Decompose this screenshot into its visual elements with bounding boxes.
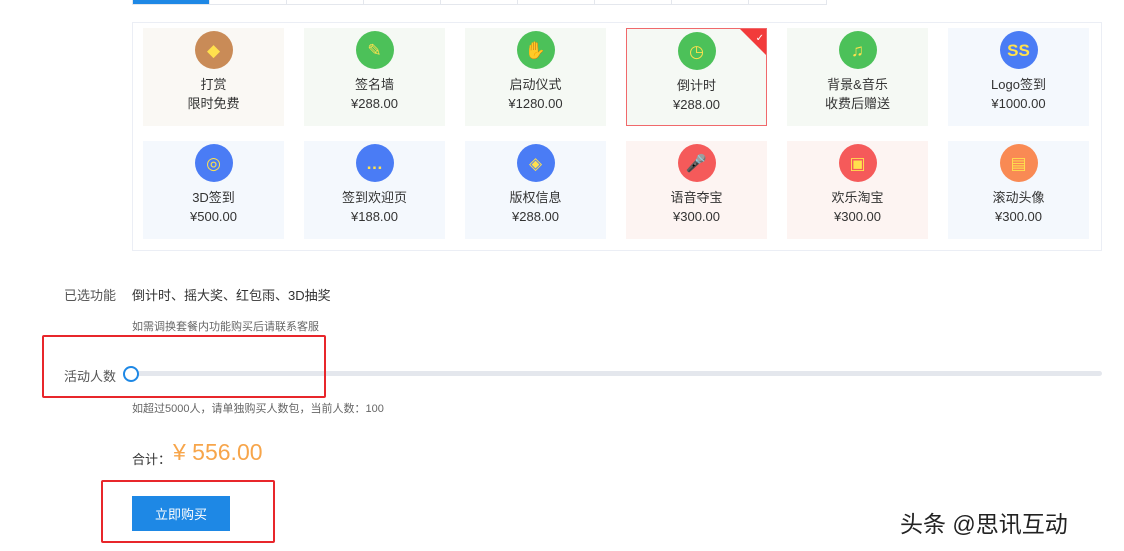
selected-features-hint: 如需调换套餐内功能购买后请联系客服 <box>132 321 319 333</box>
feature-card[interactable]: ▣ 欢乐淘宝 ¥300.00 <box>787 141 928 239</box>
feature-card[interactable]: ▤ 滚动头像 ¥300.00 <box>948 141 1089 239</box>
shield-icon: ◈ <box>516 144 555 182</box>
tab-1[interactable] <box>210 0 287 4</box>
selected-features-value: 倒计时、摇大奖、红包雨、3D抽奖 <box>132 288 331 303</box>
feature-name: 欢乐淘宝 <box>831 190 884 205</box>
feature-price: ¥300.00 <box>834 209 881 224</box>
selected-features-label: 已选功能 <box>64 288 117 303</box>
total-label: 合计： <box>132 452 172 467</box>
gift-icon: ◆ <box>194 31 233 69</box>
feather-icon: ✎ <box>355 31 394 69</box>
feature-card[interactable]: ✎ 签名墙 ¥288.00 <box>304 28 445 126</box>
highlight-box-buy <box>101 480 275 543</box>
feature-price: ¥288.00 <box>673 97 720 112</box>
feature-price: ¥288.00 <box>351 96 398 111</box>
feature-name: 打赏 <box>200 77 227 92</box>
feature-name: 倒计时 <box>676 78 716 93</box>
selected-check-icon: ✓ <box>740 29 766 55</box>
total-price: ¥ 556.00 <box>173 439 263 465</box>
feature-card[interactable]: ◷ 倒计时 ¥288.00 ✓ <box>626 28 767 126</box>
feature-price: ¥1000.00 <box>991 96 1046 111</box>
feature-name: Logo签到 <box>991 77 1046 92</box>
logo-icon: SS <box>999 31 1038 69</box>
category-tabs <box>132 0 827 5</box>
hand-icon: ✋ <box>516 31 555 69</box>
feature-card[interactable]: … 签到欢迎页 ¥188.00 <box>304 141 445 239</box>
feature-card[interactable]: ◆ 打赏 限时免费 <box>143 28 284 126</box>
feature-price: ¥300.00 <box>673 209 720 224</box>
people-count-hint: 如超过5000人，请单独购买人数包，当前人数：100 <box>132 403 384 415</box>
feature-card[interactable]: ✋ 启动仪式 ¥1280.00 <box>465 28 606 126</box>
feature-price: ¥300.00 <box>995 209 1042 224</box>
tab-4[interactable] <box>441 0 518 4</box>
feature-price: 限时免费 <box>187 96 240 111</box>
tab-5[interactable] <box>518 0 595 4</box>
tab-8[interactable] <box>749 0 826 4</box>
feature-card[interactable]: SS Logo签到 ¥1000.00 <box>948 28 1089 126</box>
tab-3[interactable] <box>364 0 441 4</box>
tab-7[interactable] <box>672 0 749 4</box>
highlight-box-people <box>42 335 326 398</box>
watermark: 头条 @思讯互动 <box>900 511 1068 537</box>
feature-name: 滚动头像 <box>992 190 1045 205</box>
feature-price: 收费后赠送 <box>824 96 890 111</box>
feature-name: 签名墙 <box>354 77 394 92</box>
microphone-icon: 🎤 <box>677 144 716 182</box>
tab-0[interactable] <box>133 0 210 4</box>
feature-card[interactable]: 🎤 语音夺宝 ¥300.00 <box>626 141 767 239</box>
treasure-chest-icon: ▣ <box>838 144 877 182</box>
tab-2[interactable] <box>287 0 364 4</box>
feature-name: 版权信息 <box>509 190 562 205</box>
feature-price: ¥500.00 <box>190 209 237 224</box>
clock-icon: ◷ <box>677 32 716 70</box>
feature-name: 背景&音乐 <box>827 77 888 92</box>
feature-name: 签到欢迎页 <box>341 190 407 205</box>
planet-icon: ◎ <box>194 144 233 182</box>
feature-price: ¥1280.00 <box>508 96 563 111</box>
gift-box-icon: ▤ <box>999 144 1038 182</box>
feature-card[interactable]: ◎ 3D签到 ¥500.00 <box>143 141 284 239</box>
feature-name: 启动仪式 <box>509 77 562 92</box>
feature-name: 3D签到 <box>192 190 235 205</box>
feature-card[interactable]: ◈ 版权信息 ¥288.00 <box>465 141 606 239</box>
feature-price: ¥288.00 <box>512 209 559 224</box>
feature-name: 语音夺宝 <box>670 190 723 205</box>
music-icon: ♫ <box>838 31 877 69</box>
tab-6[interactable] <box>595 0 672 4</box>
feature-price: ¥188.00 <box>351 209 398 224</box>
chat-icon: … <box>355 144 394 182</box>
feature-card[interactable]: ♫ 背景&音乐 收费后赠送 <box>787 28 928 126</box>
